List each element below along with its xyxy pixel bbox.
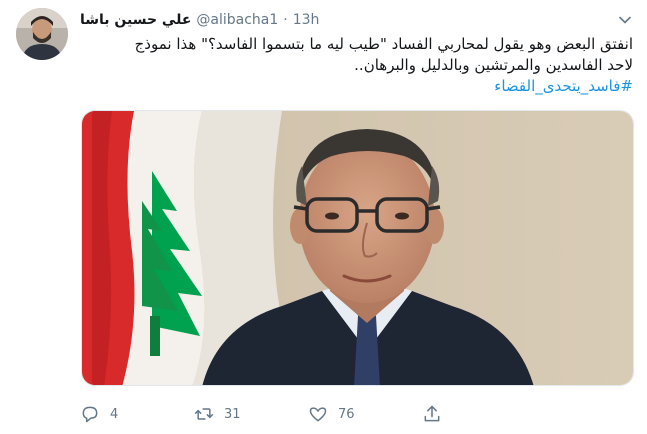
share-button[interactable] bbox=[422, 404, 442, 424]
avatar-photo bbox=[16, 8, 68, 60]
timestamp[interactable]: 13h bbox=[293, 12, 320, 28]
share-upload-icon bbox=[424, 405, 440, 422]
tweet-media-image[interactable] bbox=[81, 110, 634, 386]
reply-count: 4 bbox=[110, 406, 119, 422]
avatar[interactable] bbox=[16, 8, 68, 60]
heart-icon bbox=[309, 407, 327, 422]
tweet-card[interactable]: علي حسين باشا @alibacha1 · 13h انفتق الب… bbox=[0, 0, 647, 434]
author-name[interactable]: علي حسين باشا bbox=[80, 12, 191, 28]
tweet-text-line-1: انفتق البعض وهو يقول لمحاربي الفساد "طيب… bbox=[134, 35, 633, 53]
retweet-arrows-icon bbox=[194, 408, 214, 420]
tweet-header: علي حسين باشا @alibacha1 · 13h bbox=[80, 10, 319, 30]
hashtag-link[interactable]: #فاسد_يتحدى_القضاء bbox=[494, 77, 633, 95]
retweet-count: 31 bbox=[224, 406, 241, 422]
more-options-button[interactable] bbox=[615, 10, 635, 30]
tweet-text-line-2: لاحد الفاسدين والمرتشين وبالدليل والبرها… bbox=[354, 56, 633, 74]
like-button[interactable]: 76 bbox=[308, 404, 422, 424]
author-handle[interactable]: @alibacha1 bbox=[196, 12, 278, 28]
chevron-down-icon bbox=[619, 16, 631, 24]
like-count: 76 bbox=[338, 406, 355, 422]
speech-bubble-icon bbox=[82, 406, 98, 423]
tweet-actions: 4 31 76 bbox=[80, 402, 442, 426]
reply-button[interactable]: 4 bbox=[80, 404, 194, 424]
separator-dot: · bbox=[283, 12, 288, 28]
portrait-photo bbox=[82, 111, 633, 385]
retweet-button[interactable]: 31 bbox=[194, 404, 308, 424]
tweet-text: انفتق البعض وهو يقول لمحاربي الفساد "طيب… bbox=[80, 34, 633, 97]
